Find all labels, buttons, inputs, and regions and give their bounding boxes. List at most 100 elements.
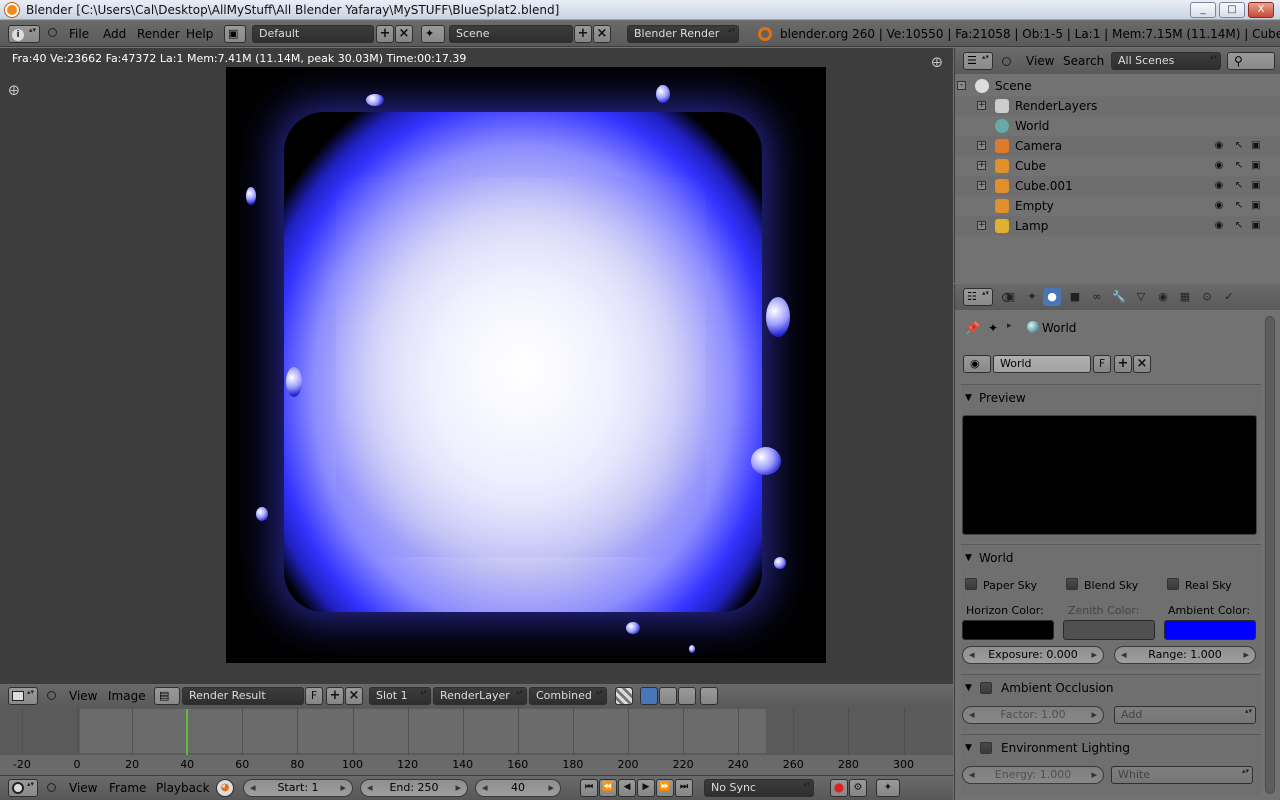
render-pass-select[interactable]: Combined <box>529 687 607 705</box>
outliner-item-name[interactable]: Lamp <box>1015 216 1048 236</box>
collapse-toggle-icon[interactable]: - <box>957 81 966 90</box>
jump-end-icon[interactable]: ⏭ <box>675 779 693 797</box>
timeline-track[interactable] <box>0 707 953 755</box>
modifiers-tab-icon[interactable]: 🔧 <box>1110 288 1128 306</box>
exposure-field[interactable]: Exposure: 0.000 <box>962 646 1104 664</box>
image-editor-area[interactable]: Fra:40 Ve:23662 Fa:47372 La:1 Mem:7.41M … <box>0 48 953 683</box>
outliner-editor-type-menu[interactable]: ☰ <box>963 52 993 70</box>
menu-view[interactable]: View <box>1026 54 1054 68</box>
sync-mode-select[interactable]: No Sync <box>704 779 814 797</box>
menu-search[interactable]: Search <box>1063 54 1104 68</box>
keyframe-type-icon[interactable]: ✦ <box>876 779 900 797</box>
expand-toggle-icon[interactable]: + <box>977 181 986 190</box>
z-buffer-icon[interactable] <box>659 687 677 705</box>
close-button[interactable]: X <box>1248 2 1274 18</box>
world-name-field[interactable]: World <box>993 355 1091 373</box>
outliner-display-mode-select[interactable]: All Scenes <box>1111 52 1221 70</box>
particles-tab-icon[interactable]: ⊙ <box>1198 288 1216 306</box>
preview-range-icon[interactable]: ◕ <box>216 779 234 797</box>
world-tab-icon[interactable]: ● <box>1043 288 1061 306</box>
properties-scrollbar[interactable] <box>1265 316 1275 794</box>
menu-frame[interactable]: Frame <box>109 781 146 795</box>
start-frame-field[interactable]: Start: 1 <box>243 779 353 797</box>
new-world-button[interactable]: + <box>1114 355 1132 373</box>
physics-tab-icon[interactable]: ✓ <box>1220 288 1238 306</box>
outliner-item-name[interactable]: Cube.001 <box>1015 176 1073 196</box>
add-screen-button[interactable]: + <box>376 25 394 43</box>
horizon-color-swatch[interactable] <box>962 620 1054 640</box>
expand-toggle-icon[interactable]: + <box>977 221 986 230</box>
scene-tab-icon[interactable]: ✦ <box>1023 288 1041 306</box>
outliner-search-field[interactable]: ⚲ <box>1227 52 1275 70</box>
outliner-row-renderlayers[interactable]: + RenderLayers <box>955 96 1280 116</box>
region-plus-icon[interactable]: ⨁ <box>9 85 19 96</box>
new-image-button[interactable]: + <box>326 687 344 705</box>
ambient-occlusion-header[interactable]: Ambient Occlusion <box>961 677 1261 699</box>
material-tab-icon[interactable]: ◉ <box>1154 288 1172 306</box>
renderability-camera-icon[interactable]: ▣ <box>1250 200 1262 212</box>
pin-image-icon[interactable] <box>700 687 718 705</box>
expand-toggle-icon[interactable]: + <box>977 141 986 150</box>
world-panel-header[interactable]: World <box>961 547 1261 569</box>
menu-playback[interactable]: Playback <box>156 781 210 795</box>
image-name-field[interactable]: Render Result <box>182 687 304 705</box>
outliner-row-camera[interactable]: + Camera ◉ ↖ ▣ <box>955 136 1280 156</box>
selectability-arrow-icon[interactable]: ↖ <box>1233 160 1245 172</box>
renderability-camera-icon[interactable]: ▣ <box>1250 160 1262 172</box>
outliner-row-empty[interactable]: Empty ◉ ↖ ▣ <box>955 196 1280 216</box>
timeline-area[interactable]: -20 0 20 40 60 80 100 120 140 160 180 200 220 240 260 2… <box>0 707 953 775</box>
menu-add[interactable]: Add <box>103 27 126 41</box>
jump-next-keyframe-icon[interactable]: ⏩ <box>656 779 674 797</box>
add-scene-button[interactable]: + <box>574 25 592 43</box>
renderability-camera-icon[interactable]: ▣ <box>1250 180 1262 192</box>
editor-type-menu[interactable]: i <box>8 25 40 43</box>
current-frame-field[interactable]: 40 <box>475 779 561 797</box>
outliner-item-name[interactable]: Cube <box>1015 156 1046 176</box>
expand-toggle-icon[interactable]: + <box>977 161 986 170</box>
data-tab-icon[interactable]: ▽ <box>1132 288 1150 306</box>
unlink-image-button[interactable]: × <box>345 687 363 705</box>
jump-start-icon[interactable]: ⏮ <box>580 779 598 797</box>
zenith-color-swatch[interactable] <box>1063 620 1155 640</box>
outliner-item-name[interactable]: Camera <box>1015 136 1062 156</box>
record-icon[interactable]: ● <box>830 779 848 797</box>
visibility-eye-icon[interactable]: ◉ <box>1213 160 1225 172</box>
menu-image[interactable]: Image <box>108 689 146 703</box>
render-tab-icon[interactable]: ▣ <box>1001 288 1019 306</box>
outliner-row-world[interactable]: World <box>955 116 1280 136</box>
selectability-arrow-icon[interactable]: ↖ <box>1233 140 1245 152</box>
image-browse-icon[interactable]: ▤ <box>154 687 180 705</box>
collapse-menu-icon[interactable] <box>48 28 57 37</box>
render-layer-select[interactable]: RenderLayer <box>433 687 527 705</box>
region-plus-icon-right[interactable]: ⨁ <box>932 57 942 68</box>
play-reverse-icon[interactable]: ◀ <box>618 779 636 797</box>
visibility-eye-icon[interactable]: ◉ <box>1213 220 1225 232</box>
texture-tab-icon[interactable]: ▦ <box>1176 288 1194 306</box>
outliner-row-cube-001[interactable]: + Cube.001 ◉ ↖ ▣ <box>955 176 1280 196</box>
menu-file[interactable]: File <box>69 27 89 41</box>
preview-panel-header[interactable]: Preview <box>961 387 1261 409</box>
constraints-tab-icon[interactable]: ∞ <box>1088 288 1106 306</box>
minimize-button[interactable]: _ <box>1190 2 1216 18</box>
draw-channels-icon[interactable] <box>615 687 633 705</box>
selectability-arrow-icon[interactable]: ↖ <box>1233 180 1245 192</box>
timeline-ruler[interactable]: -20 0 20 40 60 80 100 120 140 160 180 200 220 240 260 2… <box>0 755 953 775</box>
unlink-world-button[interactable]: × <box>1133 355 1151 373</box>
jump-prev-keyframe-icon[interactable]: ⏪ <box>599 779 617 797</box>
maximize-button[interactable]: □ <box>1219 2 1245 18</box>
visibility-eye-icon[interactable]: ◉ <box>1213 180 1225 192</box>
renderability-camera-icon[interactable]: ▣ <box>1250 140 1262 152</box>
collapse-menu-icon[interactable] <box>1002 57 1011 66</box>
collapse-menu-icon[interactable] <box>47 691 56 700</box>
outliner-row-scene[interactable]: - Scene <box>955 76 1280 96</box>
current-frame-cursor[interactable] <box>186 709 189 755</box>
object-tab-icon[interactable]: ■ <box>1066 288 1084 306</box>
menu-view[interactable]: View <box>69 689 97 703</box>
screen-layout-icon[interactable]: ▣ <box>224 25 246 43</box>
outliner-item-name[interactable]: Scene <box>995 76 1032 96</box>
keying-set-icon[interactable]: ⚙ <box>849 779 867 797</box>
world-fake-user-button[interactable]: F <box>1093 355 1111 373</box>
ao-factor-field[interactable]: Factor: 1.00 <box>962 706 1104 724</box>
ambient-color-swatch[interactable] <box>1164 620 1256 640</box>
expand-toggle-icon[interactable]: + <box>977 101 986 110</box>
